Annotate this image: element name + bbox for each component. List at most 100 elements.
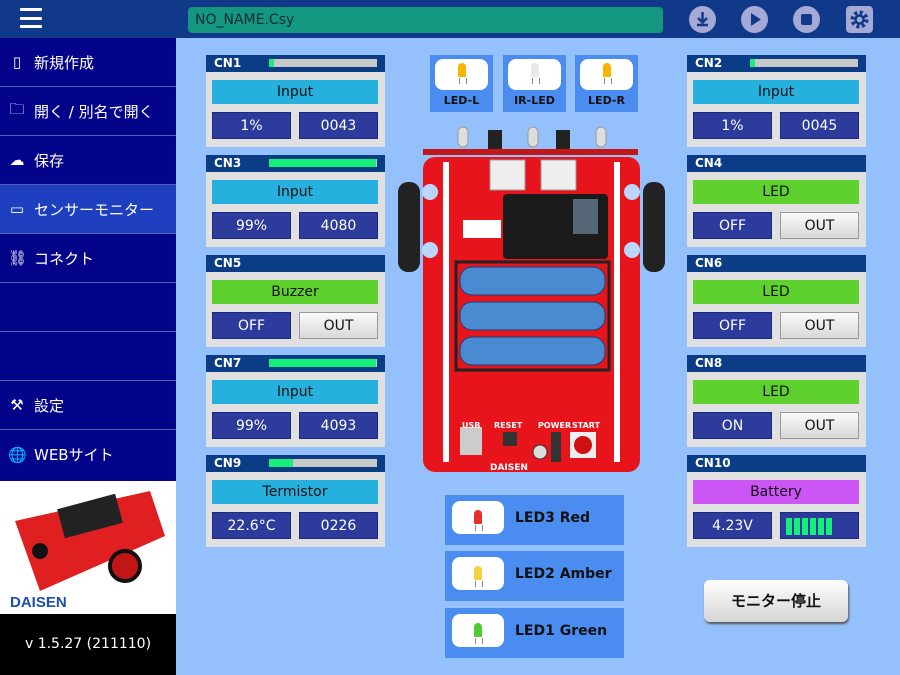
led-icon	[474, 623, 483, 644]
port-panel-cn10: CN10 Battery 4.23V	[687, 455, 866, 547]
port-header: CN7	[206, 355, 385, 372]
port-level-bar	[269, 359, 377, 367]
sidebar-item-label: コネクト	[34, 249, 95, 268]
sidebar: ▯ 新規作成 🗀 開く / 別名で開く ☁ 保存 ▭ センサーモニター ⛓ コネクト ⚒ 設…	[0, 38, 176, 675]
battery-segment	[786, 517, 792, 535]
port-level-bar	[269, 59, 377, 67]
sidebar-item-label: 新規作成	[34, 53, 95, 72]
port-type-button[interactable]: Input	[212, 180, 378, 204]
download-icon[interactable]	[689, 6, 716, 33]
sidebar-item-connect[interactable]: ⛓ コネクト	[0, 234, 176, 283]
port-type-button[interactable]: Input	[693, 80, 859, 104]
menu-icon[interactable]	[20, 8, 42, 28]
led3-red-button[interactable]: LED3 Red	[445, 495, 624, 545]
led-label: IR-LED	[514, 94, 555, 107]
port-raw-value: 0043	[299, 112, 378, 139]
sidebar-item-website[interactable]: 🌐 WEBサイト	[0, 430, 176, 479]
sidebar-item-label: WEBサイト	[34, 446, 114, 464]
output-state: OFF	[693, 312, 772, 339]
port-name: CN9	[214, 456, 242, 470]
port-header: CN10	[687, 455, 866, 472]
port-type-button[interactable]: Input	[212, 380, 378, 404]
led2-amber-button[interactable]: LED2 Amber	[445, 551, 624, 601]
out-button[interactable]: OUT	[299, 312, 378, 339]
port-type-button[interactable]: LED	[693, 280, 859, 304]
cloud-icon: ☁	[9, 151, 25, 169]
sidebar-item-new[interactable]: ▯ 新規作成	[0, 38, 176, 87]
port-header: CN8	[687, 355, 866, 372]
led-label: LED2 Amber	[515, 566, 612, 582]
gear-icon[interactable]	[846, 6, 873, 33]
battery-segment	[802, 517, 808, 535]
led-icon	[530, 63, 540, 84]
port-header: CN3	[206, 155, 385, 172]
led-icon	[457, 63, 467, 84]
led-label: LED1 Green	[515, 623, 608, 639]
port-value-percent: 1%	[212, 112, 291, 139]
port-panel-cn4: CN4 LED OFF OUT	[687, 155, 866, 247]
sidebar-item-save[interactable]: ☁ 保存	[0, 136, 176, 185]
port-raw-value: 4093	[299, 412, 378, 439]
port-value-percent: 22.6°C	[212, 512, 291, 539]
output-state: OFF	[212, 312, 291, 339]
top-bar: NO_NAME.Csy	[0, 0, 900, 38]
output-state: OFF	[693, 212, 772, 239]
port-panel-cn9: CN9 Termistor 22.6°C 0226	[206, 455, 385, 547]
sidebar-item-label: センサーモニター	[34, 200, 155, 219]
port-name: CN2	[695, 56, 723, 70]
out-button[interactable]: OUT	[780, 412, 859, 439]
board-brand: DAISEN	[490, 463, 528, 473]
sidebar-item-label: 保存	[34, 151, 65, 170]
port-panel-cn8: CN8 LED ON OUT	[687, 355, 866, 447]
robot-board-diagram: USB RESET POWER START DAISEN	[398, 126, 665, 473]
port-name: CN6	[695, 256, 723, 270]
power-label: POWER	[538, 421, 571, 430]
daisen-logo: DAISEN	[10, 594, 67, 611]
port-name: CN3	[214, 156, 242, 170]
port-name: CN10	[695, 456, 731, 470]
sidebar-item-open[interactable]: 🗀 開く / 別名で開く	[0, 87, 176, 136]
port-type-button[interactable]: LED	[693, 380, 859, 404]
monitor-stop-button[interactable]: モニター停止	[704, 580, 848, 622]
port-name: CN7	[214, 356, 242, 370]
battery-segment	[826, 517, 832, 535]
port-header: CN6	[687, 255, 866, 272]
filename-field[interactable]: NO_NAME.Csy	[188, 7, 663, 33]
sidebar-item-sensor-monitor[interactable]: ▭ センサーモニター	[0, 185, 176, 234]
folder-icon: 🗀	[9, 99, 25, 118]
battery-level-indicator	[780, 512, 859, 539]
start-label: START	[572, 421, 601, 430]
led-icon	[474, 510, 483, 531]
out-button[interactable]: OUT	[780, 212, 859, 239]
sidebar-item-label: 開く / 別名で開く	[34, 102, 154, 121]
port-panel-cn1: CN1 Input 1% 0043	[206, 55, 385, 147]
port-type-button[interactable]: Termistor	[212, 480, 378, 504]
port-value-percent: 99%	[212, 412, 291, 439]
output-state: ON	[693, 412, 772, 439]
reset-label: RESET	[494, 421, 523, 430]
play-icon[interactable]	[741, 6, 768, 33]
out-button[interactable]: OUT	[780, 312, 859, 339]
led1-green-button[interactable]: LED1 Green	[445, 608, 624, 658]
tools-icon: ⚒	[10, 396, 24, 414]
led-label: LED-R	[588, 94, 625, 107]
sidebar-item-settings[interactable]: ⚒ 設定	[0, 381, 176, 430]
port-level-bar	[750, 59, 858, 67]
port-type-button[interactable]: LED	[693, 180, 859, 204]
port-header: CN2	[687, 55, 866, 72]
led-label: LED3 Red	[515, 510, 591, 526]
port-name: CN8	[695, 356, 723, 370]
port-type-button[interactable]: Input	[212, 80, 378, 104]
port-type-button[interactable]: Buzzer	[212, 280, 378, 304]
port-name: CN4	[695, 156, 723, 170]
led-icon	[602, 63, 612, 84]
link-icon: ⛓	[8, 249, 28, 267]
port-panel-cn6: CN6 LED OFF OUT	[687, 255, 866, 347]
stop-icon[interactable]	[793, 6, 820, 33]
port-raw-value: 4080	[299, 212, 378, 239]
led-l-indicator: LED-L	[430, 55, 493, 112]
port-type-button[interactable]: Battery	[693, 480, 859, 504]
port-value-percent: 99%	[212, 212, 291, 239]
led-icon	[474, 566, 483, 587]
port-raw-value: 0045	[780, 112, 859, 139]
